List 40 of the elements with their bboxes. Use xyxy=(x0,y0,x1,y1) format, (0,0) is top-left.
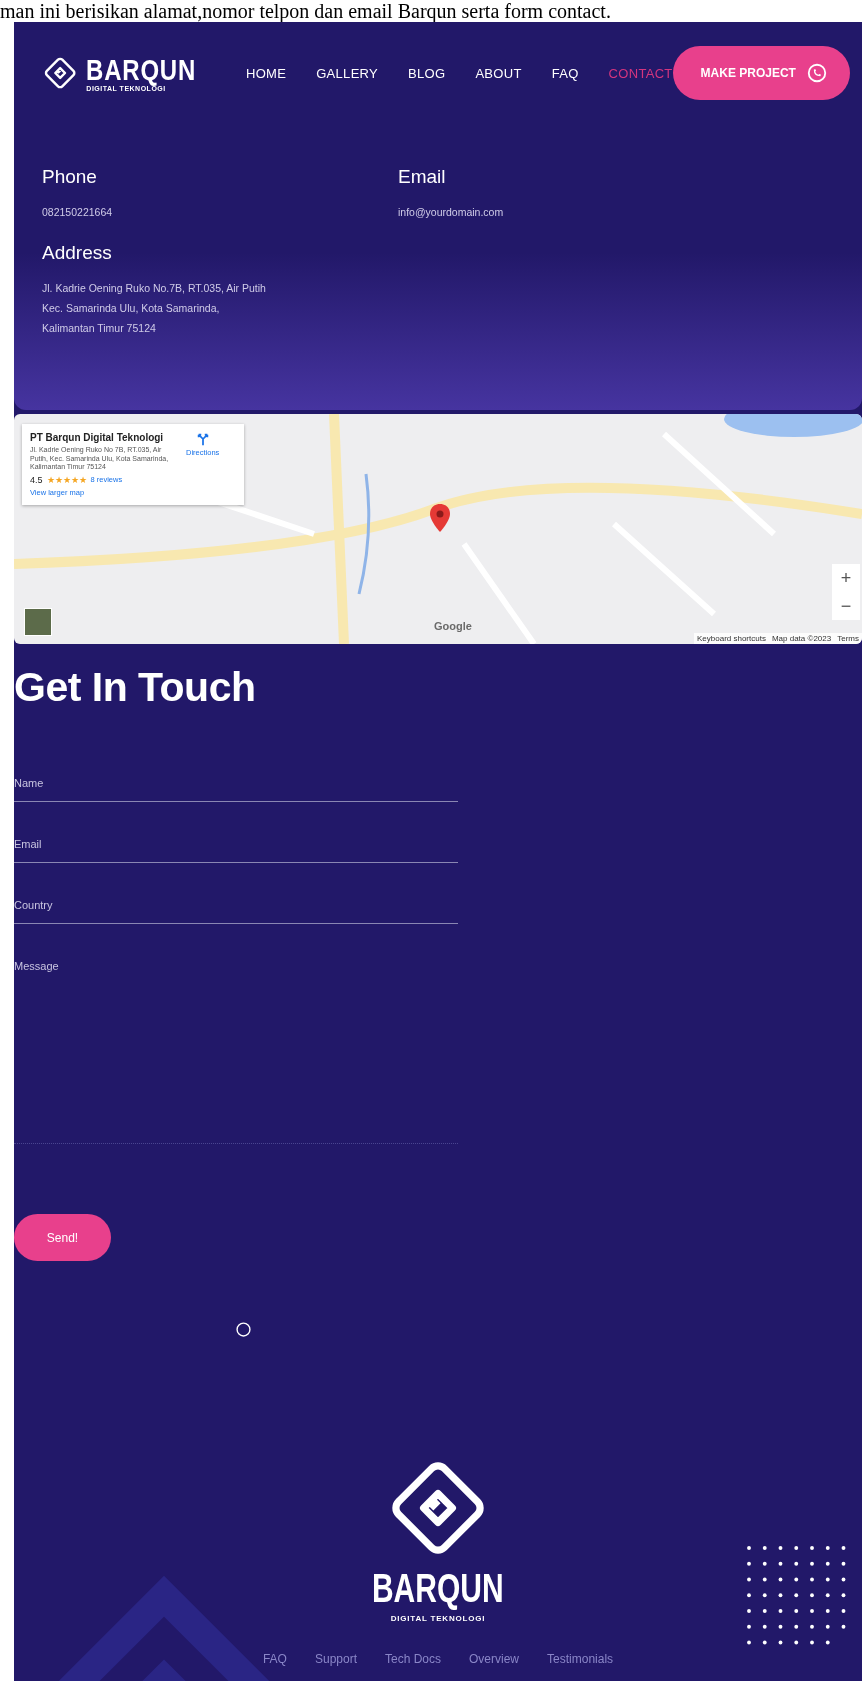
footer-link[interactable]: FAQ xyxy=(262,1652,287,1666)
phone-label: Phone xyxy=(42,166,98,188)
footer-link[interactable]: Overview xyxy=(469,1652,520,1666)
footer-link[interactable]: Testimonials xyxy=(547,1652,614,1666)
nav-link[interactable]: GALLERY xyxy=(316,65,379,81)
star-rating: ★★★★★ xyxy=(46,474,87,485)
phone-number: 082150221664 xyxy=(42,205,114,220)
google-logo-text: Google xyxy=(434,620,472,632)
brand-name: BARQUN xyxy=(372,1568,504,1608)
make-project-button[interactable]: MAKE PROJECT xyxy=(672,46,850,100)
address-text: Jl. Kadrie Oening Ruko No.7B, RT.035, Air Putih Kec. Samarinda Ulu, Kota Samarinda, Kalimantan Timur 75124 xyxy=(42,281,267,336)
email-label: Email xyxy=(398,166,447,188)
form-title: Get In Touch xyxy=(14,664,257,711)
nav-link[interactable]: BLOG xyxy=(408,65,446,81)
caption-text: man ini berisikan alamat,nomor telpon dan email Barqun serta form contact. xyxy=(0,0,612,22)
input-field[interactable]: Email xyxy=(14,832,458,863)
satellite-thumbnail[interactable] xyxy=(24,608,52,636)
send-button[interactable]: Send! xyxy=(14,1214,111,1261)
chat-bubble-icon xyxy=(805,62,828,84)
place-name: PT Barqun Digital Teknologi xyxy=(30,432,165,443)
map-attribution-text[interactable]: Keyboard shortcuts xyxy=(697,634,766,643)
address-label: Address xyxy=(42,242,113,264)
email-address: info@yourdomain.com xyxy=(398,205,505,220)
nav-link[interactable]: HOME xyxy=(246,65,287,81)
rating-value: 4.5 xyxy=(30,474,43,485)
circle-icon xyxy=(236,1322,251,1337)
map-attribution-text[interactable]: Terms xyxy=(837,634,859,643)
input-field[interactable]: Name xyxy=(14,771,458,802)
message-field[interactable]: Message xyxy=(14,954,458,1144)
input-field[interactable]: Country xyxy=(14,893,458,924)
footer-link[interactable]: Tech Docs xyxy=(385,1652,441,1666)
footer-link[interactable]: Support xyxy=(314,1652,357,1666)
brand-name: BARQUN xyxy=(86,54,197,85)
directions-icon xyxy=(195,432,210,446)
nav-link[interactable]: ABOUT xyxy=(475,65,522,81)
nav-link[interactable]: CONTACT xyxy=(608,65,673,81)
nav-link[interactable]: FAQ xyxy=(551,65,579,81)
map-pin-icon xyxy=(430,504,450,532)
brand-tagline: DIGITAL TEKNOLOGI xyxy=(390,1614,486,1624)
map-attribution-text[interactable]: Map data ©2023 xyxy=(771,634,832,643)
